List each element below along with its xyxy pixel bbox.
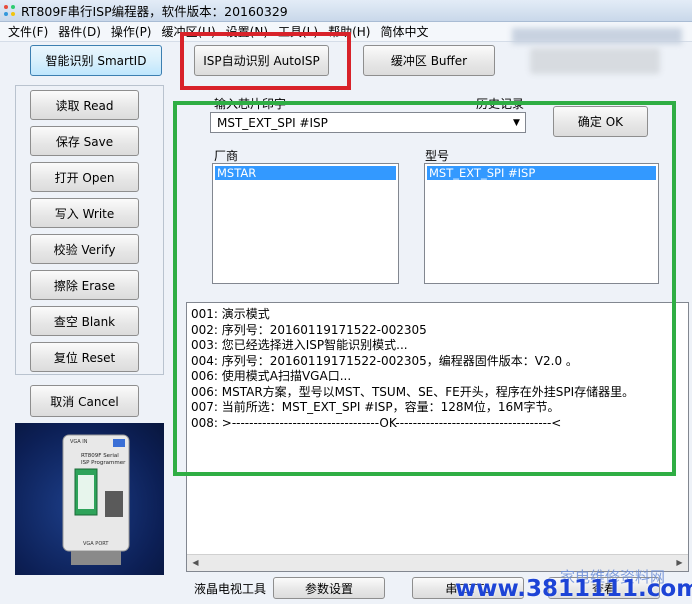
reset-button[interactable]: 复位 Reset: [30, 342, 139, 372]
params-button[interactable]: 参数设置: [273, 577, 385, 599]
blurred-button: [530, 48, 660, 74]
port-label: VGA PORT: [83, 541, 109, 547]
brand-label: RT809F Serial: [81, 453, 119, 459]
save-button[interactable]: 保存 Save: [30, 126, 139, 156]
menu-language[interactable]: 简体中文: [376, 23, 434, 40]
read-button[interactable]: 读取 Read: [30, 90, 139, 120]
window-title: RT809F串行ISP编程器，软件版本：20160329: [21, 4, 288, 19]
smartid-button[interactable]: 智能识别 SmartID: [30, 45, 162, 76]
autoisp-highlight-box: [180, 32, 351, 90]
open-button[interactable]: 打开 Open: [30, 162, 139, 192]
programmer-image: VGA IN RT809F Serial ISP Programmer VGA …: [15, 423, 164, 575]
lcd-tv-tools-label: 液晶电视工具: [194, 582, 267, 596]
write-button[interactable]: 写入 Write: [30, 198, 139, 228]
verify-button[interactable]: 校验 Verify: [30, 234, 139, 264]
scroll-left-icon[interactable]: ◀: [187, 555, 204, 571]
programmer-device-drawing: [62, 434, 130, 565]
title-bar: RT809F串行ISP编程器，软件版本：20160329: [0, 0, 692, 22]
blurred-region: [512, 28, 682, 44]
vga-in-label: VGA IN: [70, 439, 88, 445]
product-label: ISP Programmer: [81, 460, 126, 466]
menu-operate[interactable]: 操作(P): [107, 23, 158, 40]
buffer-button[interactable]: 缓冲区 Buffer: [363, 45, 495, 76]
scroll-right-icon[interactable]: ▶: [671, 555, 688, 571]
blank-button[interactable]: 查空 Blank: [30, 306, 139, 336]
watermark-url: www.3811111.com: [455, 576, 692, 602]
cancel-button[interactable]: 取消 Cancel: [30, 385, 139, 417]
chip-area-highlight-box: [173, 101, 676, 476]
app-icon: [4, 4, 16, 17]
erase-button[interactable]: 擦除 Erase: [30, 270, 139, 300]
menu-file[interactable]: 文件(F): [4, 23, 54, 40]
menu-device[interactable]: 器件(D): [54, 23, 107, 40]
